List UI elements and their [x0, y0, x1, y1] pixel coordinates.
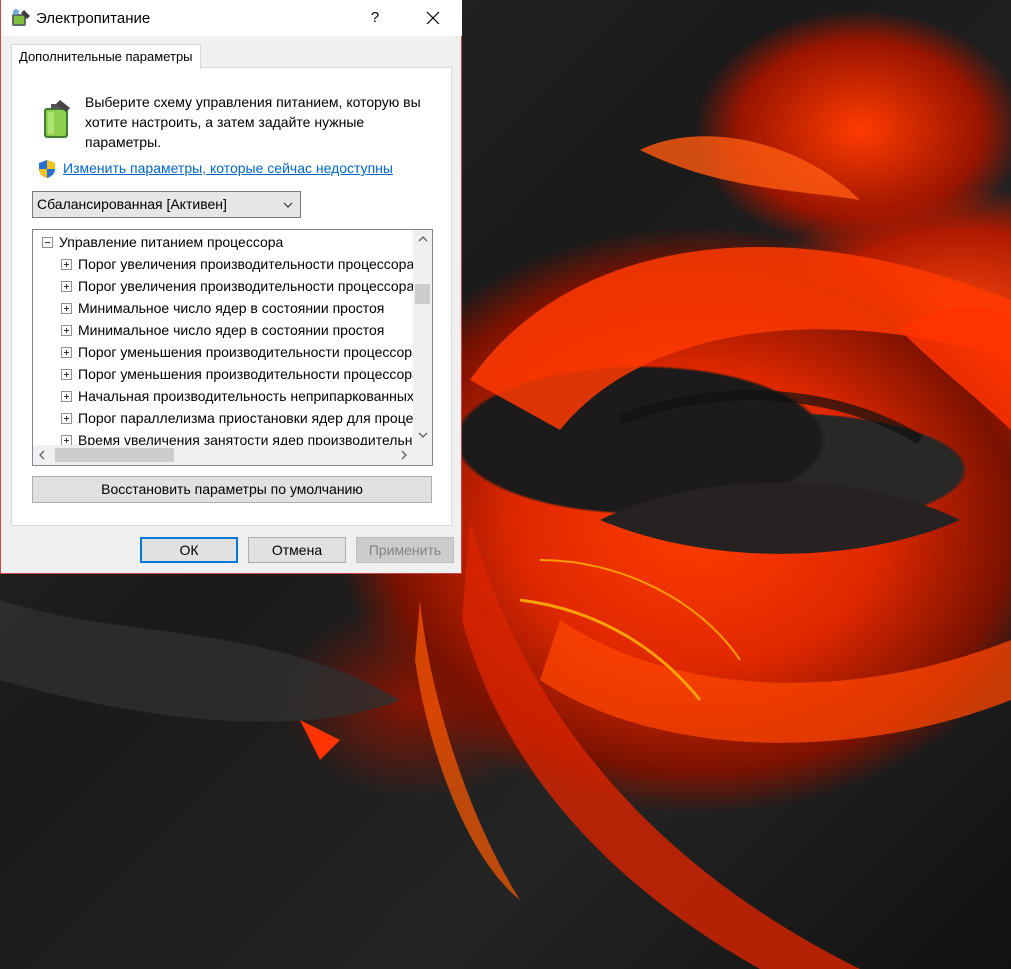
expand-icon[interactable]	[61, 434, 72, 445]
description-text: Выберите схему управления питанием, кото…	[85, 94, 421, 150]
expand-icon[interactable]	[61, 302, 72, 314]
restore-defaults-button[interactable]: Восстановить параметры по умолчанию	[32, 476, 432, 503]
tree-content: Управление питанием процессора Порог уве…	[33, 230, 414, 445]
vertical-scroll-thumb[interactable]	[415, 284, 430, 304]
power-app-icon	[12, 9, 30, 26]
vertical-scrollbar[interactable]	[413, 230, 432, 445]
tree-root-item[interactable]: Управление питанием процессора	[42, 231, 283, 253]
tree-item[interactable]: Порог увеличения производительности проц…	[61, 253, 414, 275]
expand-icon[interactable]	[61, 346, 72, 358]
tree-item[interactable]: Время увеличения занятости ядер производ…	[61, 429, 414, 445]
tree-item[interactable]: Порог параллелизма приостановки ядер для…	[61, 407, 414, 429]
tree-item[interactable]: Минимальное число ядер в состоянии прост…	[61, 319, 384, 341]
chevron-right-icon	[401, 450, 407, 460]
horizontal-scroll-thumb[interactable]	[55, 448, 174, 462]
tab-advanced-settings[interactable]: Дополнительные параметры	[11, 44, 201, 69]
chevron-down-icon	[418, 432, 427, 438]
tree-item-label: Порог увеличения производительности проц…	[78, 256, 414, 272]
scrollbar-corner	[413, 445, 432, 465]
advanced-settings-panel: Выберите схему управления питанием, кото…	[11, 67, 452, 526]
tree-item-label: Минимальное число ядер в состоянии прост…	[78, 300, 385, 316]
settings-tree[interactable]: Управление питанием процессора Порог уве…	[32, 229, 433, 466]
tree-item-label: Минимальное число ядер в состоянии прост…	[78, 322, 385, 338]
tree-item-label: Порог уменьшения производительности проц…	[78, 344, 414, 360]
change-unavailable-settings-link[interactable]: Изменить параметры, которые сейчас недос…	[63, 160, 393, 176]
tree-item-label: Порог параллелизма приостановки ядер для…	[78, 410, 414, 426]
window-title: Электропитание	[36, 10, 151, 27]
uac-shield-icon	[39, 160, 55, 178]
scroll-up-button[interactable]	[413, 230, 432, 247]
close-button[interactable]	[413, 2, 453, 34]
tree-item[interactable]: Минимальное число ядер в состоянии прост…	[61, 297, 384, 319]
tree-item[interactable]: Порог увеличения производительности проц…	[61, 275, 414, 297]
scroll-right-button[interactable]	[395, 445, 412, 465]
power-plan-value: Сбалансированная [Активен]	[37, 196, 227, 212]
collapse-icon[interactable]	[42, 236, 53, 248]
tree-item[interactable]: Начальная производительность неприпарков…	[61, 385, 414, 407]
chevron-down-icon	[283, 202, 293, 208]
expand-icon[interactable]	[61, 258, 72, 270]
tree-item-label: Порог уменьшения производительности проц…	[78, 366, 414, 382]
chevron-up-icon	[418, 235, 427, 241]
chevron-left-icon	[38, 450, 44, 460]
tree-root-label: Управление питанием процессора	[59, 234, 284, 250]
expand-icon[interactable]	[61, 324, 72, 336]
apply-button[interactable]: Применить	[356, 537, 454, 563]
battery-icon	[44, 100, 70, 138]
expand-icon[interactable]	[61, 412, 72, 424]
tree-item[interactable]: Порог уменьшения производительности проц…	[61, 341, 414, 363]
cancel-button[interactable]: Отмена	[248, 537, 346, 563]
close-icon	[426, 11, 440, 25]
expand-icon[interactable]	[61, 390, 72, 402]
horizontal-scrollbar[interactable]	[33, 445, 414, 465]
expand-icon[interactable]	[61, 368, 72, 380]
tree-item-label: Начальная производительность неприпарков…	[78, 388, 414, 404]
help-button[interactable]: ?	[357, 2, 393, 34]
scroll-left-button[interactable]	[33, 445, 50, 465]
scroll-down-button[interactable]	[413, 426, 432, 443]
title-bar[interactable]: Электропитание ?	[1, 0, 462, 36]
expand-icon[interactable]	[61, 280, 72, 292]
tree-item-label: Порог увеличения производительности проц…	[78, 278, 414, 294]
tree-item[interactable]: Порог уменьшения производительности проц…	[61, 363, 414, 385]
tree-item-label: Время увеличения занятости ядер производ…	[78, 432, 414, 445]
power-plan-select[interactable]: Сбалансированная [Активен]	[32, 191, 301, 218]
ok-button[interactable]: ОК	[140, 537, 238, 563]
power-options-dialog: Электропитание ? Дополнительные параметр…	[0, 0, 462, 574]
